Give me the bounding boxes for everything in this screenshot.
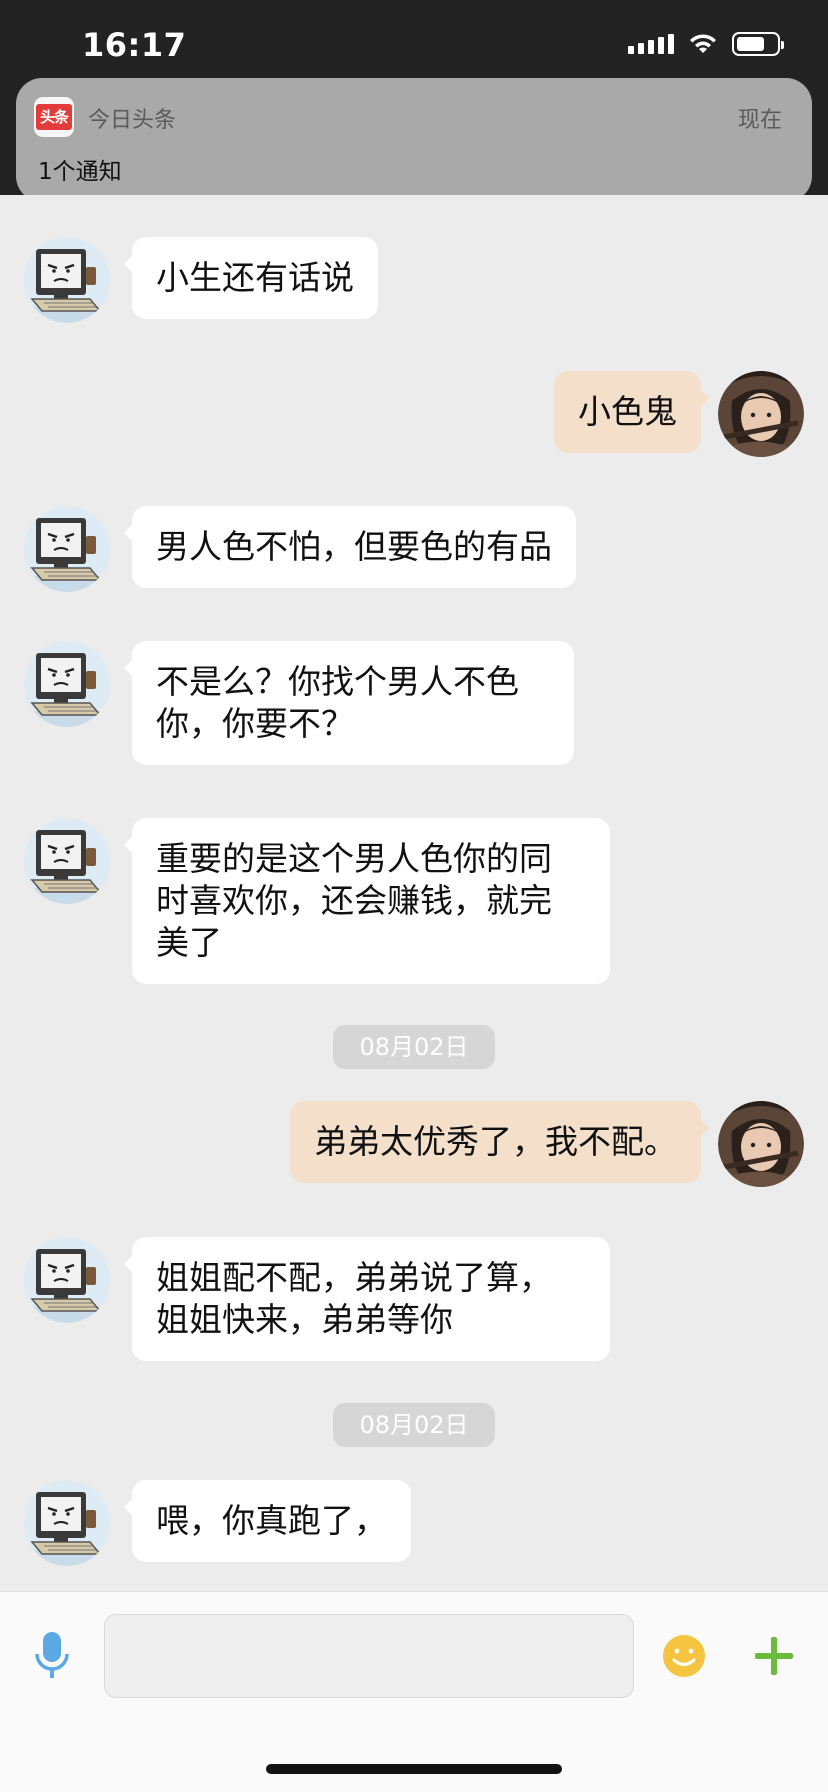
push-notification[interactable]: 头条 今日头条 现在 1个通知	[16, 78, 812, 202]
date-separator: 08月02日	[333, 1025, 495, 1069]
message-bubble-outgoing[interactable]: 小色鬼	[554, 371, 709, 453]
status-time: 16:17	[82, 26, 187, 64]
chat-message-list[interactable]: 小生还有话说 小色鬼 男人色不怕，但要色的有品 不是么？你找个男人不色 你，你要…	[0, 195, 828, 1591]
date-separator: 08月02日	[333, 1403, 495, 1447]
contact-avatar[interactable]	[24, 1480, 110, 1566]
message-text-line: 姐姐配不配，弟弟说了算，	[156, 1258, 552, 1297]
message-bubble-incoming[interactable]: 姐姐配不配，弟弟说了算， 姐姐快来，弟弟等你	[124, 1237, 610, 1361]
contact-avatar[interactable]	[24, 1237, 110, 1323]
message-text-line: 你，你要不？	[156, 704, 354, 743]
message-bubble-incoming[interactable]: 小生还有话说	[124, 237, 378, 319]
message-text-line: 重要的是这个男人色你的同	[156, 839, 552, 878]
smiley-icon[interactable]	[662, 1634, 706, 1678]
message-bubble-incoming[interactable]: 不是么？你找个男人不色 你，你要不？	[124, 641, 574, 765]
contact-avatar[interactable]	[24, 641, 110, 727]
contact-avatar[interactable]	[24, 818, 110, 904]
message-text-line: 美了	[156, 923, 222, 962]
battery-level	[737, 37, 764, 51]
toutiao-app-icon: 头条	[34, 97, 74, 137]
notification-app-name: 今日头条	[88, 108, 177, 133]
message-text: 喂，你真跑了，	[156, 1501, 387, 1540]
battery-icon	[732, 32, 784, 56]
notification-time: 现在	[737, 108, 782, 133]
home-indicator[interactable]	[266, 1764, 562, 1774]
wifi-icon	[690, 34, 716, 53]
message-text: 弟弟太优秀了，我不配。	[314, 1122, 677, 1161]
notification-body: 1个通知	[38, 159, 122, 185]
message-bubble-incoming[interactable]: 重要的是这个男人色你的同 时喜欢你，还会赚钱，就完 美了	[124, 818, 610, 984]
my-avatar[interactable]	[718, 1101, 804, 1187]
message-input[interactable]	[104, 1614, 634, 1698]
message-text-line: 时喜欢你，还会赚钱，就完	[156, 881, 552, 920]
message-bubble-incoming[interactable]: 男人色不怕，但要色的有品	[124, 506, 576, 588]
my-avatar[interactable]	[718, 371, 804, 457]
message-text: 小色鬼	[578, 392, 677, 431]
plus-icon[interactable]	[752, 1634, 796, 1678]
message-text-line: 姐姐快来，弟弟等你	[156, 1300, 453, 1339]
contact-avatar[interactable]	[24, 506, 110, 592]
status-icons	[628, 32, 784, 56]
message-text: 小生还有话说	[156, 258, 354, 297]
message-text-line: 不是么？你找个男人不色	[156, 662, 519, 701]
mic-icon[interactable]	[32, 1630, 72, 1682]
chat-input-bar	[0, 1591, 828, 1792]
message-text: 男人色不怕，但要色的有品	[156, 527, 552, 566]
message-bubble-incoming[interactable]: 喂，你真跑了，	[124, 1480, 411, 1562]
signal-icon	[628, 34, 674, 54]
contact-avatar[interactable]	[24, 237, 110, 323]
app-icon-text: 头条	[36, 104, 72, 130]
message-bubble-outgoing[interactable]: 弟弟太优秀了，我不配。	[290, 1101, 709, 1183]
